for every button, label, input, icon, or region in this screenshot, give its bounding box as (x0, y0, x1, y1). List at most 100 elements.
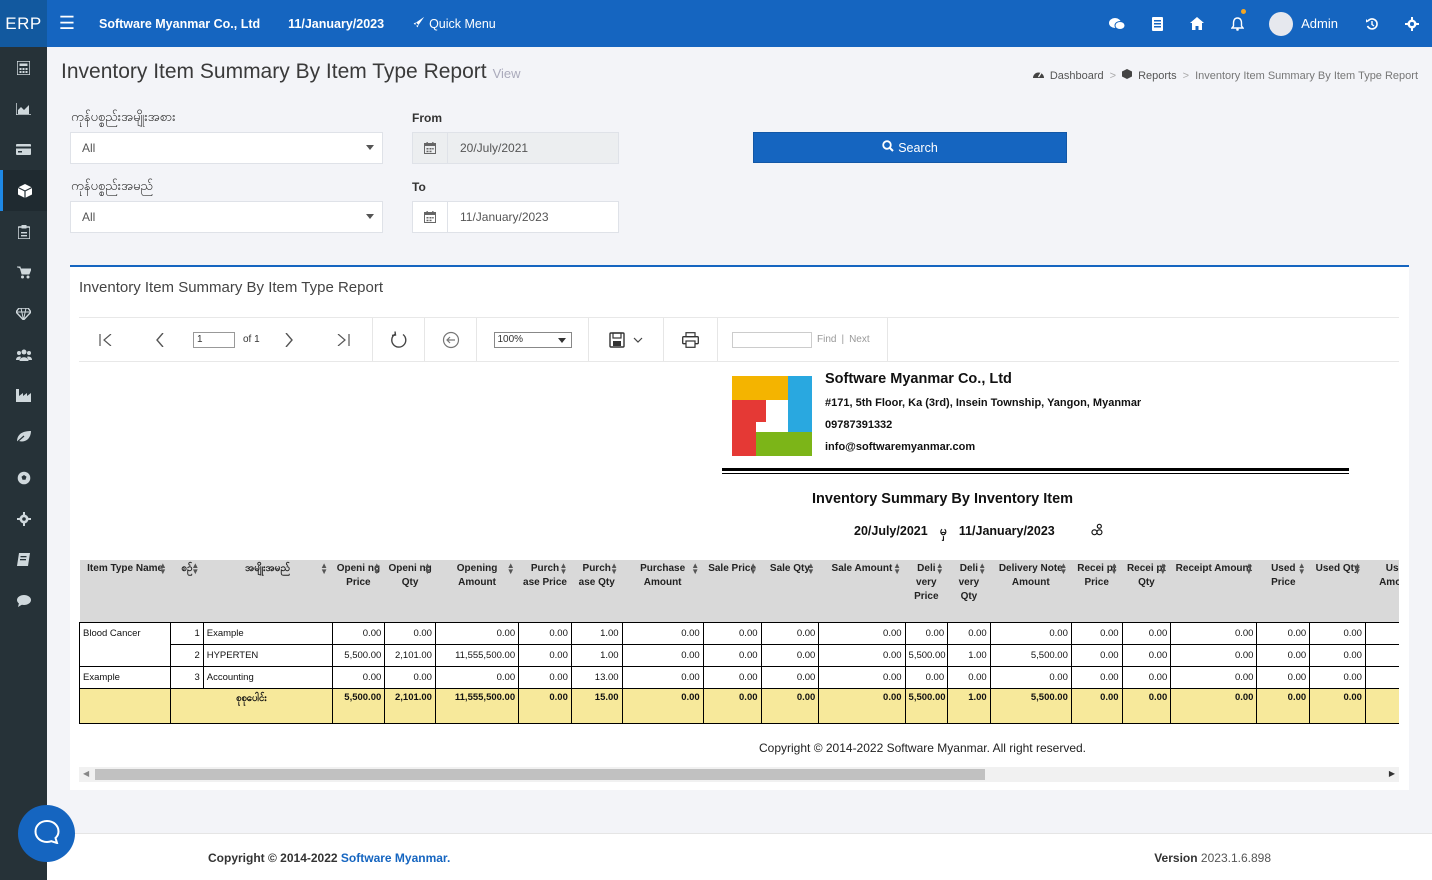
column-header[interactable]: Recei pt Qty ▲ ▼ (1122, 560, 1171, 622)
history-icon[interactable] (1352, 17, 1392, 31)
sort-icon[interactable]: ▲ ▼ (159, 562, 167, 576)
users-icon[interactable] (0, 334, 47, 375)
sort-icon[interactable]: ▲ ▼ (978, 562, 986, 576)
column-header[interactable]: Deli very Price ▲ ▼ (905, 560, 948, 622)
chat-widget-button[interactable] (18, 805, 75, 862)
book-icon[interactable] (0, 539, 47, 580)
column-header[interactable]: Used Amount▲▼ (1365, 560, 1399, 622)
app-logo[interactable]: ERP (0, 0, 47, 47)
quick-menu-link[interactable]: Quick Menu (412, 16, 496, 32)
column-header[interactable]: Sale Qty ▲ ▼ (761, 560, 819, 622)
sort-icon[interactable]: ▲ ▼ (691, 562, 699, 576)
column-header[interactable]: Sale Price ▲ ▼ (703, 560, 762, 622)
home-icon[interactable] (1177, 17, 1217, 30)
company-name[interactable]: Software Myanmar Co., Ltd (99, 17, 260, 31)
previous-page-icon[interactable] (131, 332, 189, 347)
item-name-select[interactable]: All (70, 201, 383, 233)
save-icon[interactable] (609, 331, 625, 348)
sort-icon[interactable]: ▲ ▼ (1298, 562, 1306, 576)
footer-brand-link[interactable]: Software Myanmar. (341, 851, 450, 865)
sort-icon[interactable]: ▲ ▼ (424, 562, 432, 576)
user-name[interactable]: Admin (1301, 16, 1338, 31)
leaf-icon[interactable] (0, 416, 47, 457)
sort-icon[interactable]: ▲ ▼ (807, 562, 815, 576)
sort-icon[interactable]: ▲ ▼ (893, 562, 901, 576)
column-header[interactable]: Delivery Note Amount ▲ ▼ (990, 560, 1072, 622)
sort-icon[interactable]: ▲ ▼ (936, 562, 944, 576)
sort-icon[interactable]: ▲ ▼ (320, 562, 328, 576)
clipboard-icon[interactable] (0, 211, 47, 252)
table-cell: 1.00 (570, 621, 623, 645)
breadcrumb-dashboard[interactable]: Dashboard (1050, 70, 1104, 82)
bell-icon[interactable] (1217, 8, 1257, 31)
column-header[interactable]: Opening Amount ▲ ▼ (435, 560, 519, 622)
document-icon[interactable] (1137, 16, 1177, 31)
search-button[interactable]: Search (753, 132, 1067, 163)
sort-icon[interactable]: ▲ ▼ (559, 562, 567, 576)
print-icon[interactable] (682, 331, 699, 348)
first-page-icon[interactable] (79, 333, 131, 346)
column-header[interactable]: Item Type Name ▲ ▼ (79, 560, 171, 622)
column-header[interactable]: Sale Amount ▲ ▼ (818, 560, 906, 622)
column-header[interactable]: Purch ase Price ▲ ▼ (518, 560, 572, 622)
calculator-icon[interactable] (0, 47, 47, 88)
scroll-left-icon[interactable]: ◀ (83, 769, 89, 778)
gear-icon[interactable] (0, 498, 47, 539)
sort-icon[interactable]: ▲ ▼ (1245, 562, 1253, 576)
soccer-ball-icon[interactable] (0, 457, 47, 498)
breadcrumb-reports[interactable]: Reports (1138, 70, 1177, 82)
scroll-right-icon[interactable]: ▶ (1389, 769, 1395, 778)
sort-icon[interactable]: ▲ ▼ (373, 562, 381, 576)
column-header[interactable]: Used Qty ▲ ▼ (1309, 560, 1366, 622)
sort-icon[interactable]: ▲ ▼ (507, 562, 515, 576)
credit-card-icon[interactable] (0, 129, 47, 170)
column-header[interactable]: Receipt Amount ▲ ▼ (1170, 560, 1257, 622)
avatar[interactable] (1269, 11, 1294, 36)
footer-version: Version 2023.1.6.898 (1154, 851, 1271, 865)
industry-icon[interactable] (0, 375, 47, 416)
last-page-icon[interactable] (318, 333, 370, 346)
column-header[interactable]: အမျိုးအမည် ▲ ▼ (203, 560, 333, 622)
table-cell: 0.00 (818, 643, 906, 667)
column-header[interactable]: Purchase Amount ▲ ▼ (622, 560, 704, 622)
sort-icon[interactable]: ▲ ▼ (1059, 562, 1067, 576)
from-date-field[interactable]: 20/July/2021 (412, 132, 619, 164)
footer-version-number: 2023.1.6.898 (1200, 851, 1271, 865)
sort-icon[interactable]: ▲ ▼ (1159, 562, 1167, 576)
menu-toggle-icon[interactable]: ☰ (47, 13, 87, 34)
sort-icon[interactable]: ▲ ▼ (749, 562, 757, 576)
column-header[interactable]: Purch ase Qty ▲ ▼ (571, 560, 623, 622)
sort-icon[interactable]: ▲ ▼ (191, 562, 199, 576)
next-page-icon[interactable] (260, 332, 318, 347)
find-input[interactable] (732, 331, 812, 348)
settings-gear-icon[interactable] (1392, 16, 1432, 31)
wechat-icon[interactable] (1097, 17, 1137, 31)
scrollbar-thumb[interactable] (95, 769, 985, 780)
sort-icon[interactable]: ▲ ▼ (610, 562, 618, 576)
chevron-down-icon[interactable] (633, 337, 643, 343)
page-number-input[interactable]: 1 (193, 331, 235, 348)
sort-icon[interactable]: ▲ ▼ (1354, 562, 1362, 576)
find-next-button[interactable]: Next (849, 334, 870, 345)
to-date-field[interactable]: 11/January/2023 (412, 201, 619, 233)
cube-icon[interactable] (0, 170, 47, 211)
horizontal-scrollbar[interactable]: ◀ ▶ (79, 767, 1399, 782)
column-header[interactable]: Recei pt Price ▲ ▼ (1071, 560, 1123, 622)
column-header[interactable]: Deli very Qty ▲ ▼ (947, 560, 991, 622)
cart-icon[interactable] (0, 252, 47, 293)
diamond-icon[interactable] (0, 293, 47, 334)
sort-icon[interactable]: ▲ ▼ (1110, 562, 1118, 576)
refresh-icon[interactable] (390, 330, 408, 349)
column-header[interactable]: Openi ng Price ▲ ▼ (332, 560, 385, 622)
comment-icon[interactable] (0, 580, 47, 621)
chart-area-icon[interactable] (0, 88, 47, 129)
column-header[interactable]: Openi ng Qty ▲ ▼ (384, 560, 436, 622)
table-cell: 5,500.00 (331, 643, 386, 667)
column-header[interactable]: Used Price ▲ ▼ (1256, 560, 1310, 622)
column-header[interactable]: စဉ် ▲ ▼ (170, 560, 204, 622)
back-arrow-icon[interactable] (442, 331, 460, 349)
current-date[interactable]: 11/January/2023 (288, 17, 384, 31)
find-button[interactable]: Find (817, 334, 836, 345)
item-type-select[interactable]: All (70, 132, 383, 164)
zoom-select[interactable]: 100% (493, 331, 572, 348)
